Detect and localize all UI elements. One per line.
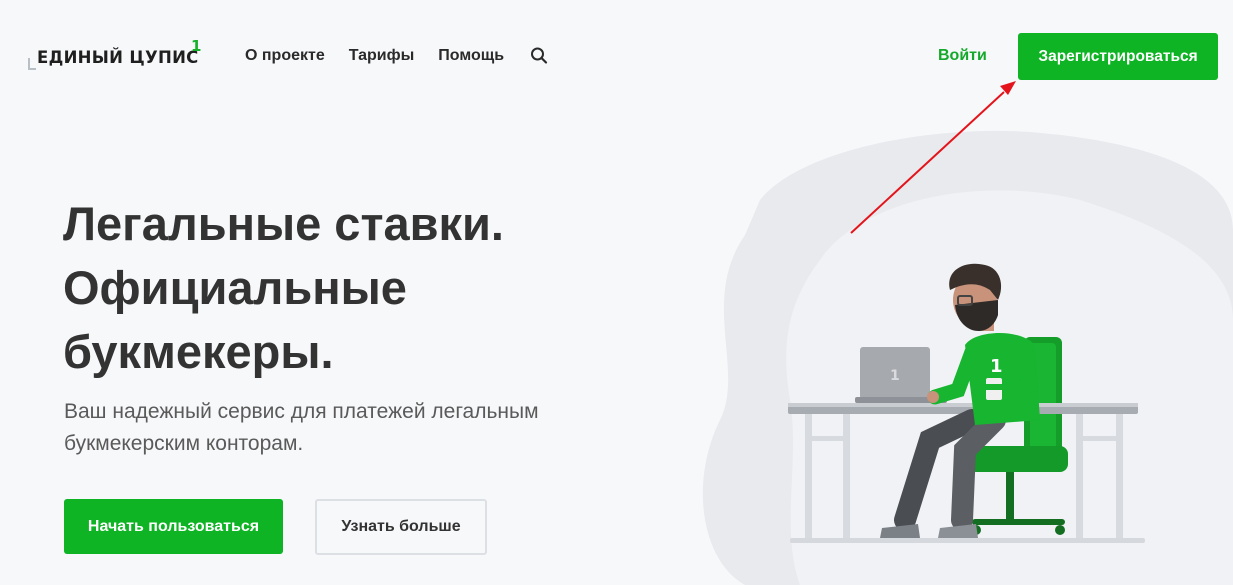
login-link[interactable]: Войти — [938, 46, 987, 66]
main-nav: О проекте Тарифы Помощь — [245, 46, 548, 66]
nav-item-help[interactable]: Помощь — [438, 46, 504, 66]
logo-text: ЕДИНЫЙ ЦУПИС — [37, 48, 199, 67]
hero-title-line: букмекеры. — [63, 325, 334, 378]
page: 1 1 ЕДИНЫЙ ЦУПИС 1 О проекте Тарифы Помо… — [0, 0, 1233, 585]
background-blob — [702, 130, 1233, 585]
nav-item-tariffs[interactable]: Тарифы — [349, 46, 415, 66]
hero-subtitle: Ваш надежный сервис для платежей легальн… — [64, 396, 624, 460]
desk — [788, 403, 1138, 538]
hero-subtitle-line: Ваш надежный сервис для платежей легальн… — [64, 400, 539, 423]
chair — [968, 337, 1068, 535]
start-using-button[interactable]: Начать пользоваться — [64, 499, 283, 554]
person: 1 — [880, 263, 1040, 538]
laptop: 1 — [855, 347, 947, 403]
learn-more-button[interactable]: Узнать больше — [315, 499, 487, 555]
hero-title-line: Легальные ставки. — [63, 197, 504, 250]
header: ЕДИНЫЙ ЦУПИС 1 О проекте Тарифы Помощь В… — [0, 0, 1233, 112]
logo[interactable]: ЕДИНЫЙ ЦУПИС 1 — [28, 37, 208, 74]
hero-title: Легальные ставки. Официальные букмекеры. — [63, 192, 623, 384]
hero-subtitle-line: букмекерским конторам. — [64, 432, 304, 455]
nav-item-about[interactable]: О проекте — [245, 46, 325, 66]
hero-title-line: Официальные — [63, 261, 407, 314]
register-button[interactable]: Зарегистрироваться — [1018, 33, 1218, 80]
shirt-number: 1 — [990, 356, 1003, 377]
laptop-logo: 1 — [890, 368, 900, 384]
logo-bracket-icon — [28, 58, 36, 70]
search-icon[interactable] — [530, 46, 548, 66]
logo-superscript: 1 — [191, 37, 202, 55]
